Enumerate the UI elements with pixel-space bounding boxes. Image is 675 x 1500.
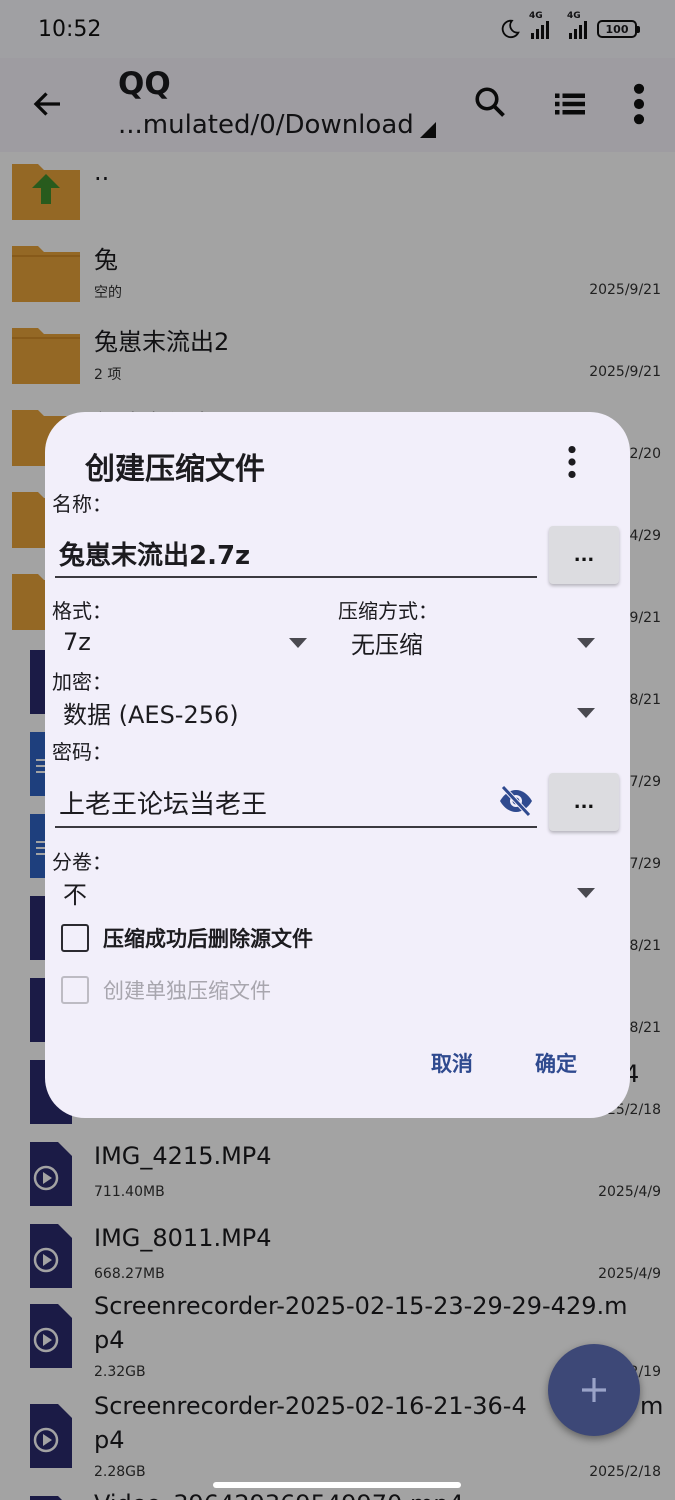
- browse-password-button[interactable]: ...: [549, 773, 619, 831]
- separate-archive-checkbox: [61, 976, 89, 1004]
- eye-off-icon[interactable]: [497, 784, 535, 818]
- gesture-nav-handle[interactable]: [213, 1482, 461, 1488]
- encryption-select[interactable]: 数据 (AES-256): [53, 690, 601, 734]
- ok-button[interactable]: 确定: [535, 1048, 577, 1078]
- dropdown-arrow-icon: [289, 638, 307, 648]
- plus-icon: [582, 1378, 606, 1402]
- dropdown-arrow-icon: [577, 638, 595, 648]
- add-fab-button[interactable]: [548, 1344, 640, 1436]
- password-label: 密码：: [52, 740, 112, 764]
- separate-archive-option: 创建单独压缩文件: [61, 970, 271, 1010]
- cancel-button[interactable]: 取消: [431, 1048, 473, 1078]
- dropdown-arrow-icon: [577, 708, 595, 718]
- delete-source-label: 压缩成功后删除源文件: [103, 927, 313, 951]
- delete-source-checkbox[interactable]: [61, 924, 89, 952]
- compression-method-value: 无压缩: [351, 630, 423, 659]
- encryption-value: 数据 (AES-256): [63, 700, 239, 729]
- volume-value: 不: [63, 880, 87, 909]
- compression-method-select[interactable]: 无压缩: [341, 620, 601, 664]
- volume-select[interactable]: 不: [53, 870, 601, 914]
- archive-name-input[interactable]: [55, 530, 537, 578]
- separate-archive-label: 创建单独压缩文件: [103, 979, 271, 1003]
- dialog-title: 创建压缩文件: [85, 452, 265, 487]
- more-vert-icon[interactable]: [557, 444, 587, 480]
- format-value: 7z: [63, 628, 91, 656]
- delete-source-option[interactable]: 压缩成功后删除源文件: [61, 918, 313, 958]
- create-archive-dialog: 创建压缩文件 名称： ... 格式： 7z 压缩方式： 无压缩 加密： 数据 (…: [45, 412, 630, 1118]
- format-select[interactable]: 7z: [53, 620, 315, 664]
- browse-name-button[interactable]: ...: [549, 526, 619, 584]
- dropdown-arrow-icon: [577, 888, 595, 898]
- name-label: 名称：: [52, 492, 112, 516]
- password-input[interactable]: [55, 778, 537, 828]
